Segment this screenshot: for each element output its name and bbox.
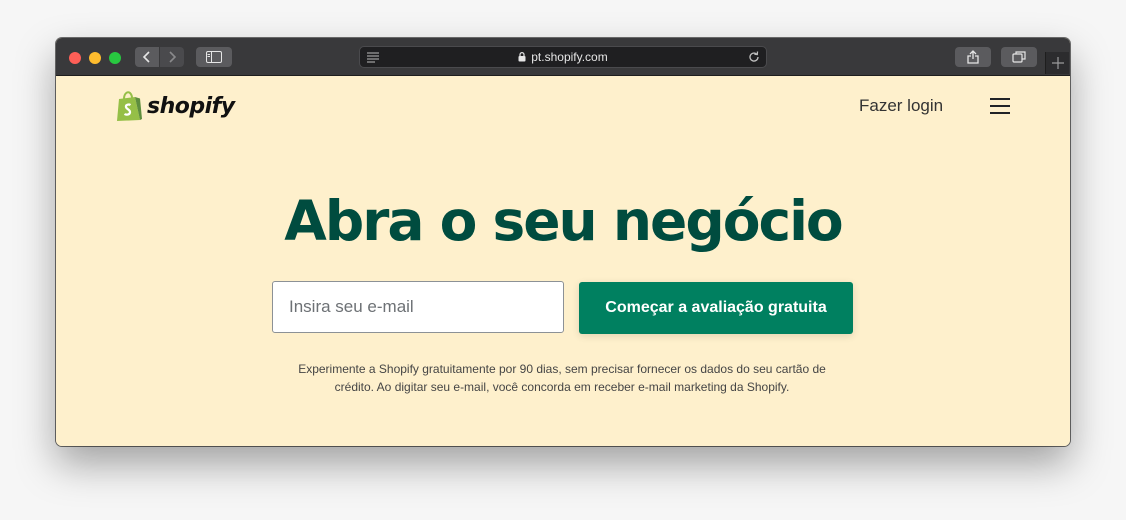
email-field[interactable] <box>272 281 564 333</box>
login-link[interactable]: Fazer login <box>859 96 943 116</box>
share-icon <box>967 50 979 64</box>
plus-icon <box>1051 57 1064 69</box>
browser-toolbar: pt.shopify.com <box>56 38 1070 76</box>
address-bar[interactable]: pt.shopify.com <box>359 46 767 68</box>
disclaimer-text: Experimente a Shopify gratuitamente por … <box>282 360 842 396</box>
reader-icon[interactable] <box>366 51 380 63</box>
page-title: Abra o seu negócio <box>284 189 843 253</box>
hamburger-menu-icon[interactable] <box>990 98 1010 114</box>
new-tab-button[interactable] <box>1045 52 1069 74</box>
close-window-button[interactable] <box>69 52 81 64</box>
back-button[interactable] <box>135 47 159 67</box>
page-content: shopify Fazer login Abra o seu negócio C… <box>56 76 1070 446</box>
forward-button[interactable] <box>160 47 184 67</box>
share-button[interactable] <box>955 47 991 67</box>
zoom-window-button[interactable] <box>109 52 121 64</box>
logo-text: shopify <box>147 93 235 119</box>
url-text: pt.shopify.com <box>531 50 608 64</box>
tabs-icon <box>1012 51 1026 63</box>
forward-icon <box>169 51 177 63</box>
start-trial-button[interactable]: Começar a avaliação gratuita <box>579 282 853 334</box>
browser-window: pt.shopify.com shopify Fazer login Abra … <box>56 38 1070 446</box>
reload-icon[interactable] <box>747 50 761 64</box>
back-icon <box>142 51 150 63</box>
disclaimer-line-1: Experimente a Shopify gratuitamente por … <box>298 362 826 376</box>
sidebar-button[interactable] <box>196 47 232 67</box>
shopify-logo[interactable]: shopify <box>115 90 235 122</box>
show-tabs-button[interactable] <box>1001 47 1037 67</box>
sidebar-icon <box>206 51 222 63</box>
disclaimer-line-2: crédito. Ao digitar seu e-mail, você con… <box>334 380 790 394</box>
lock-icon <box>518 52 526 62</box>
minimize-window-button[interactable] <box>89 52 101 64</box>
shopping-bag-icon <box>117 91 142 121</box>
